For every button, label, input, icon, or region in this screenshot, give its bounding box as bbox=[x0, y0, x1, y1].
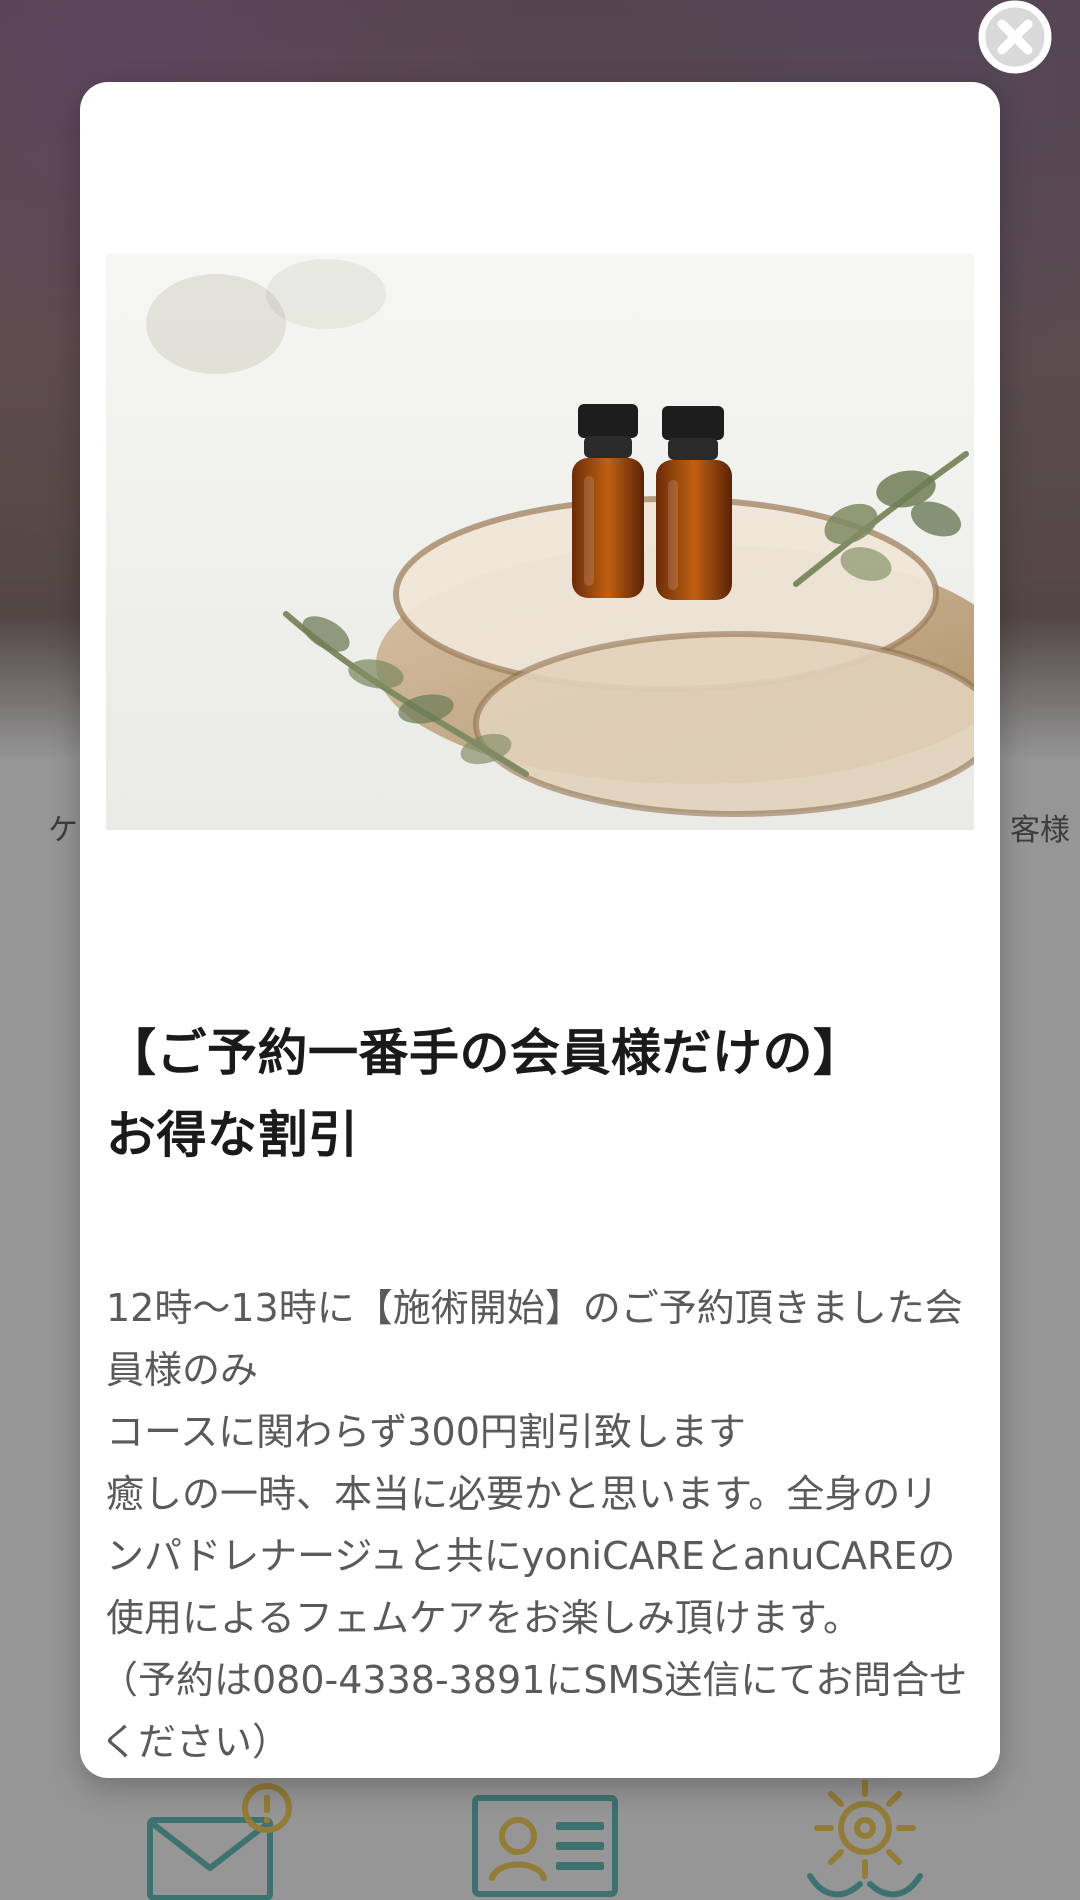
modal-title-line-1: 【ご予約一番手の会員様だけの】 bbox=[106, 1024, 864, 1082]
modal-body-line-2: コースに関わらず300円割引致します bbox=[106, 1410, 746, 1454]
modal-body-line-1: 12時～13時に【施術開始】のご予約頂きました会員様のみ bbox=[106, 1286, 963, 1392]
modal-photo bbox=[106, 254, 974, 830]
modal-body: 12時～13時に【施術開始】のご予約頂きました会員様のみ コースに関わらず300… bbox=[100, 1277, 974, 1773]
modal-dialog: 【ご予約一番手の会員様だけの】 お得な割引 12時～13時に【施術開始】のご予約… bbox=[80, 82, 1000, 1778]
close-icon bbox=[978, 0, 1052, 74]
modal-body-line-4: （予約は080-4338-3891にSMS送信にてお問合せください） bbox=[100, 1658, 968, 1764]
close-button[interactable] bbox=[978, 0, 1052, 74]
page: ケ 客様 【ご予約一番手の会員様だけの】 お得な割引 12時～13時に【施術開始… bbox=[0, 0, 1080, 1900]
modal-body-line-3: 癒しの一時、本当に必要かと思います。全身のリンパドレナージュと共にyoniCAR… bbox=[106, 1472, 956, 1640]
modal-title: 【ご予約一番手の会員様だけの】 お得な割引 bbox=[106, 1012, 974, 1176]
modal-title-line-2: お得な割引 bbox=[106, 1106, 359, 1164]
